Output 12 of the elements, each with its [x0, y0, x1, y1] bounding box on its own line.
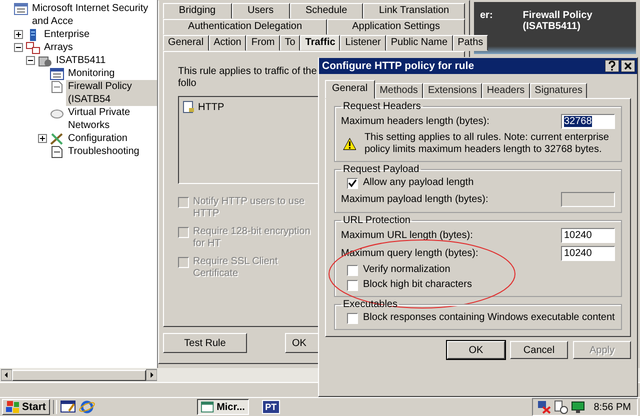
field-label: Maximum payload length (bytes):	[341, 194, 488, 205]
header-title: Firewall Policy (ISATB5411)	[522, 10, 594, 34]
description-text: This rule applies to traffic of the follo	[178, 66, 318, 90]
group-title: URL Protection	[342, 215, 412, 226]
clock: 8:56 PM	[594, 402, 631, 412]
group-title: Request Payload	[342, 164, 420, 175]
field-label: Maximum URL length (bytes):	[341, 230, 473, 241]
group-title: Executables	[342, 299, 398, 310]
warning-text: This setting applies to all rules. Note: current enterprise policy limits maximum headers length to 32768 bytes.	[364, 132, 610, 156]
window-title: Configure HTTP policy for rule	[322, 60, 474, 72]
field-label: Maximum headers length (bytes):	[341, 116, 490, 127]
group-title: Request Headers	[342, 101, 422, 112]
